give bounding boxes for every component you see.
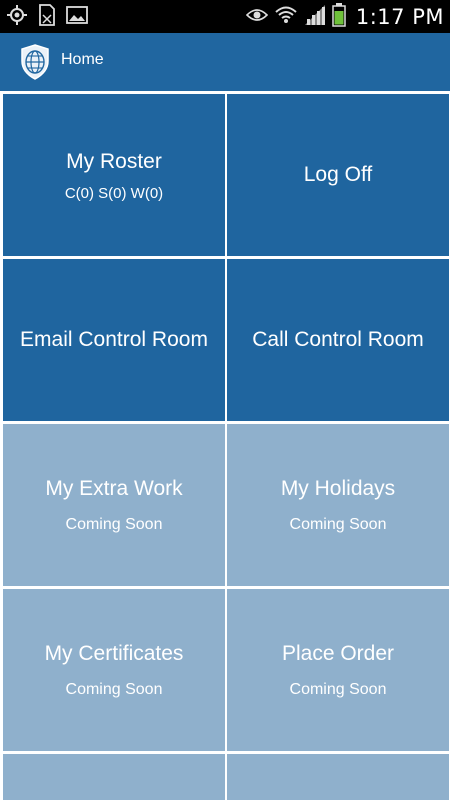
- home-tile-grid: My Roster C(0) S(0) W(0) Log Off Email C…: [0, 91, 450, 800]
- signal-icon: [304, 4, 326, 30]
- tile-status: Coming Soon: [289, 681, 387, 698]
- eye-icon: [245, 7, 269, 27]
- shield-globe-icon[interactable]: [20, 44, 50, 80]
- roster-counts: C(0) S(0) W(0): [64, 184, 164, 202]
- gps-icon: [6, 4, 28, 30]
- tile-my-certificates[interactable]: My Certificates Coming Soon: [3, 589, 225, 751]
- tile-email-control-room[interactable]: Email Control Room: [3, 259, 225, 421]
- tile-place-order[interactable]: Place Order Coming Soon: [227, 589, 449, 751]
- image-icon: [66, 5, 88, 29]
- tile-title: Log Off: [303, 163, 373, 186]
- wifi-icon: [274, 4, 298, 30]
- tile-my-roster[interactable]: My Roster C(0) S(0) W(0): [3, 94, 225, 256]
- tile-title: Call Control Room: [252, 328, 424, 351]
- status-left-icons: [6, 4, 88, 30]
- app-bar: Home: [0, 33, 450, 91]
- tile-title: My Extra Work: [45, 477, 183, 500]
- tile-title: Email Control Room: [20, 328, 208, 351]
- tile-status: Coming Soon: [65, 681, 163, 698]
- tile-call-control-room[interactable]: Call Control Room: [227, 259, 449, 421]
- tile-title: My Roster: [66, 149, 162, 173]
- tile-my-holidays[interactable]: My Holidays Coming Soon: [227, 424, 449, 586]
- battery-icon: [332, 3, 346, 31]
- tile-partial-left[interactable]: [3, 754, 225, 800]
- page-title: Home: [61, 51, 104, 68]
- tile-title: My Certificates: [44, 642, 184, 665]
- tile-partial-right[interactable]: [227, 754, 449, 800]
- tile-my-extra-work[interactable]: My Extra Work Coming Soon: [3, 424, 225, 586]
- tile-status: Coming Soon: [289, 516, 387, 533]
- tile-status: Coming Soon: [65, 516, 163, 533]
- tile-title: My Holidays: [280, 477, 396, 500]
- sim-card-icon: [38, 4, 56, 30]
- tile-log-off[interactable]: Log Off: [227, 94, 449, 256]
- status-bar: 1:17 PM: [0, 0, 450, 33]
- status-right-icons: 1:17 PM: [245, 3, 444, 31]
- status-time: 1:17 PM: [355, 5, 444, 29]
- tile-title: Place Order: [281, 642, 395, 665]
